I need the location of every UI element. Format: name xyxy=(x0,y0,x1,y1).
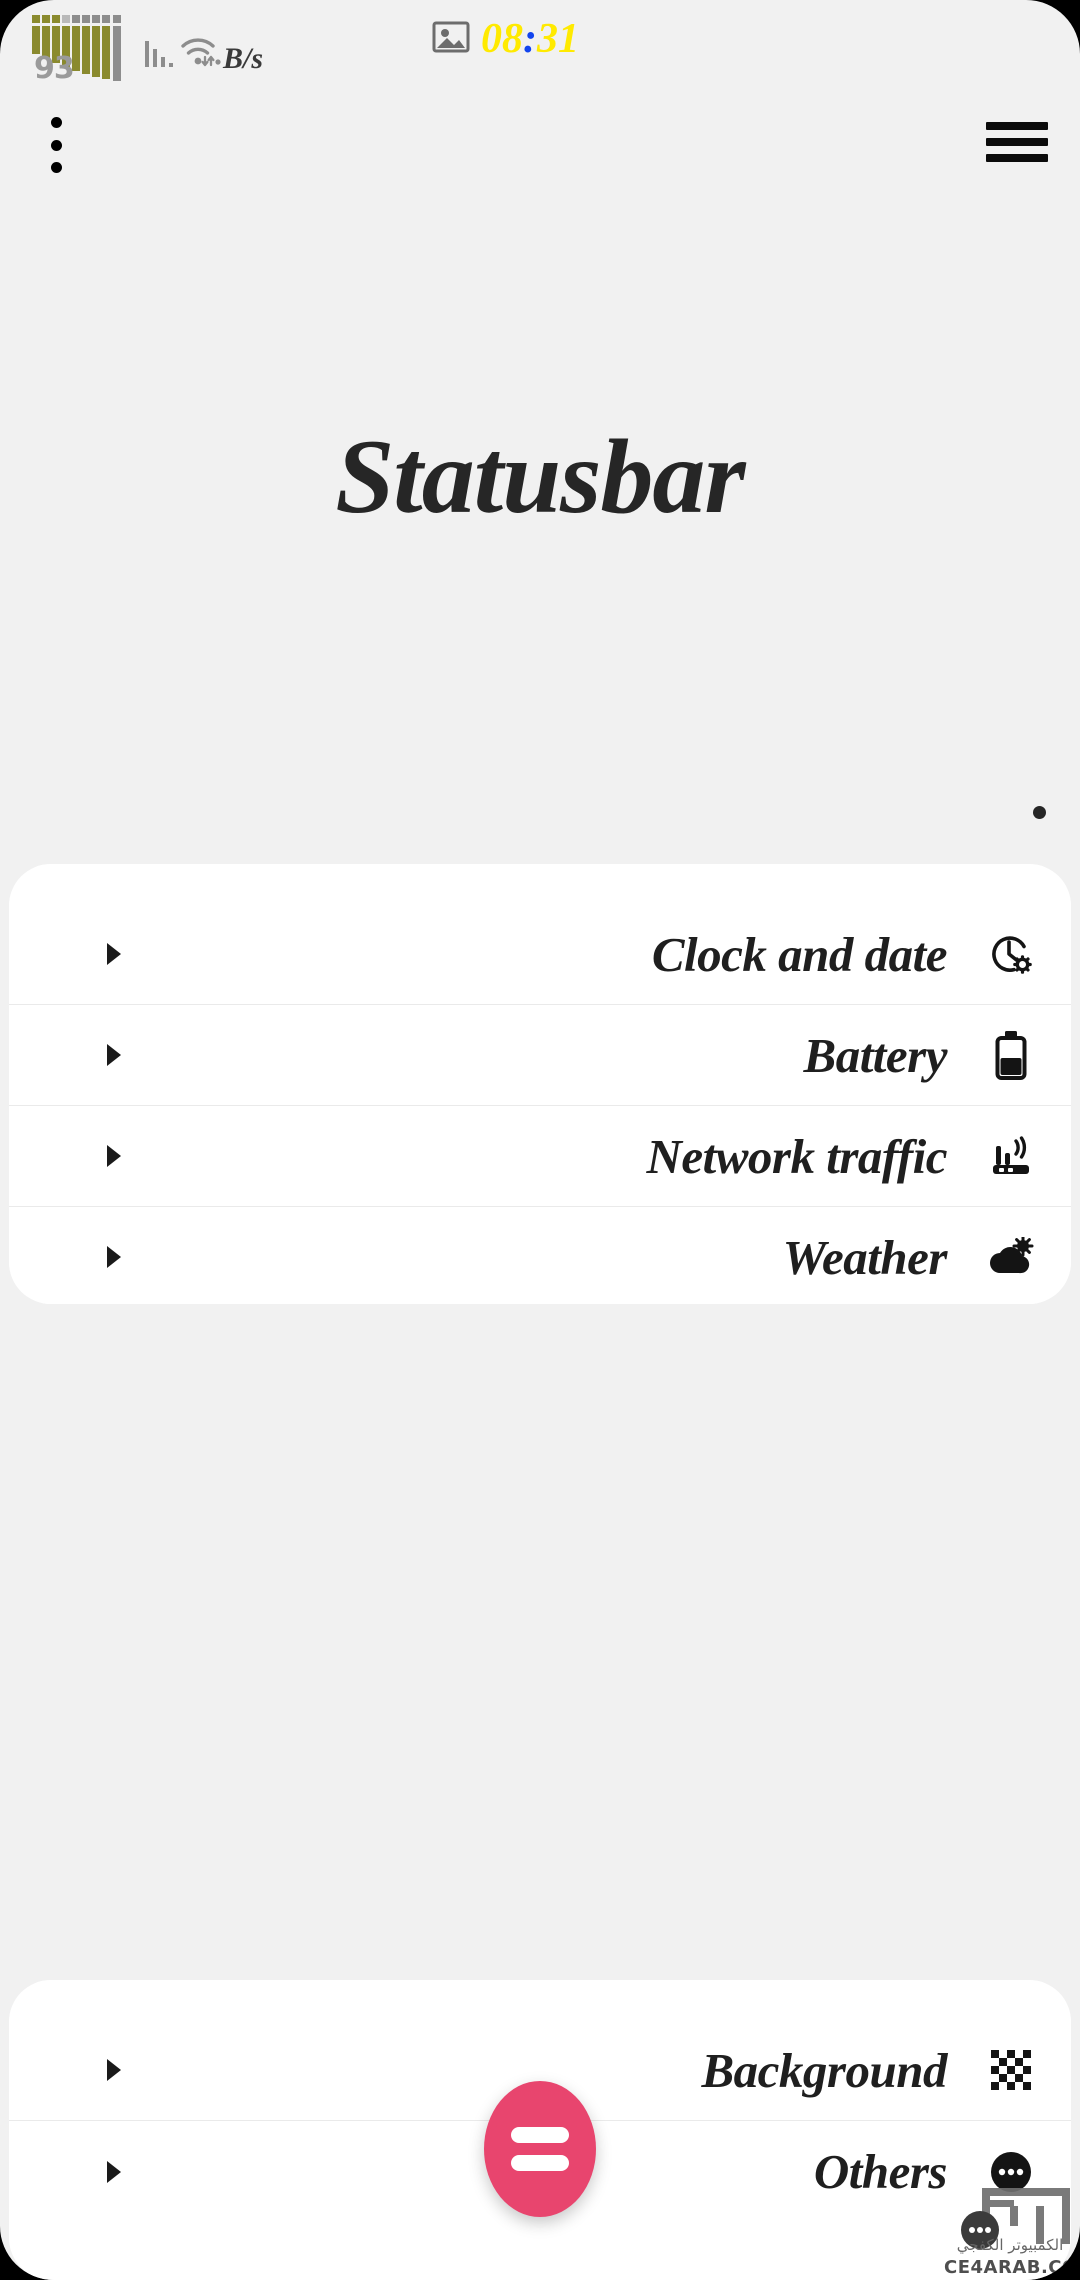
app-bar xyxy=(0,88,1080,200)
clock-settings-icon xyxy=(983,926,1039,982)
chevron-right-icon xyxy=(107,1044,121,1066)
hamburger-bar xyxy=(986,122,1048,130)
list-item-label: Network traffic xyxy=(646,1128,947,1184)
list-item-label: Clock and date xyxy=(651,926,948,982)
battery-percent-label: 93 xyxy=(34,51,75,86)
hamburger-bar xyxy=(986,138,1048,146)
battery-bars-icon: 93 xyxy=(30,10,128,86)
chevron-right-icon xyxy=(107,2160,121,2183)
list-item-label: Others xyxy=(813,2144,948,2199)
kebab-dot xyxy=(50,117,62,128)
clock-minutes: 31 xyxy=(537,16,579,62)
list-item-clock-and-date[interactable]: Clock and date xyxy=(9,904,1071,1005)
system-status-bar: 93 B/s 08:31 xyxy=(0,0,1080,88)
list-item-label: Weather xyxy=(782,1229,948,1285)
page-title: Statusbar xyxy=(335,418,745,535)
hamburger-menu-icon[interactable] xyxy=(986,116,1048,168)
chevron-right-icon xyxy=(107,1145,121,1167)
card-top-padding xyxy=(9,864,1071,904)
kebab-dot xyxy=(50,162,62,173)
fab-bar xyxy=(511,2155,569,2171)
status-bar-center-cluster: 08:31 xyxy=(432,18,579,60)
scroll-hint-dot xyxy=(1033,806,1046,819)
chevron-right-icon xyxy=(107,943,121,965)
equals-icon[interactable] xyxy=(484,2081,596,2217)
status-bar-clock: 08:31 xyxy=(481,18,579,60)
cloud-sun-icon xyxy=(983,1229,1039,1285)
card-top-padding xyxy=(9,1980,1071,2020)
signal-bars-icon xyxy=(144,37,174,76)
watermark-latin-text: CE4ARAB.COM xyxy=(944,2257,1080,2278)
fab-bar xyxy=(511,2127,569,2143)
hamburger-bar xyxy=(986,154,1048,162)
status-bar-left-cluster: 93 B/s xyxy=(30,6,264,86)
site-watermark: الكمبيوتر الكفجي CE4ARAB.COM xyxy=(940,2178,1080,2280)
clock-hours: 08 xyxy=(481,16,523,62)
network-speed-unit-label: B/s xyxy=(223,42,264,75)
app-screen: 93 B/s 08:31 Statusbar Clock and date Ba… xyxy=(0,0,1080,2280)
list-item-battery[interactable]: Battery xyxy=(9,1005,1071,1106)
chevron-right-icon xyxy=(107,2059,121,2081)
kebab-dot xyxy=(50,139,62,151)
checkerboard-icon xyxy=(983,2042,1039,2098)
watermark-arabic-text: الكمبيوتر الكفجي xyxy=(956,2236,1064,2254)
list-item-label: Battery xyxy=(803,1027,948,1083)
settings-card-primary: Clock and date Battery Network traffic W… xyxy=(9,864,1071,1304)
image-icon xyxy=(432,20,470,59)
list-item-weather[interactable]: Weather xyxy=(9,1207,1071,1304)
wifi-icon xyxy=(180,35,222,76)
kebab-menu-icon[interactable] xyxy=(26,112,86,178)
battery-icon xyxy=(983,1027,1039,1083)
router-signal-icon xyxy=(983,1128,1039,1184)
chevron-right-icon xyxy=(107,1246,121,1268)
list-item-network-traffic[interactable]: Network traffic xyxy=(9,1106,1071,1207)
list-item-label: Background xyxy=(701,2042,947,2098)
clock-separator: : xyxy=(523,16,537,62)
